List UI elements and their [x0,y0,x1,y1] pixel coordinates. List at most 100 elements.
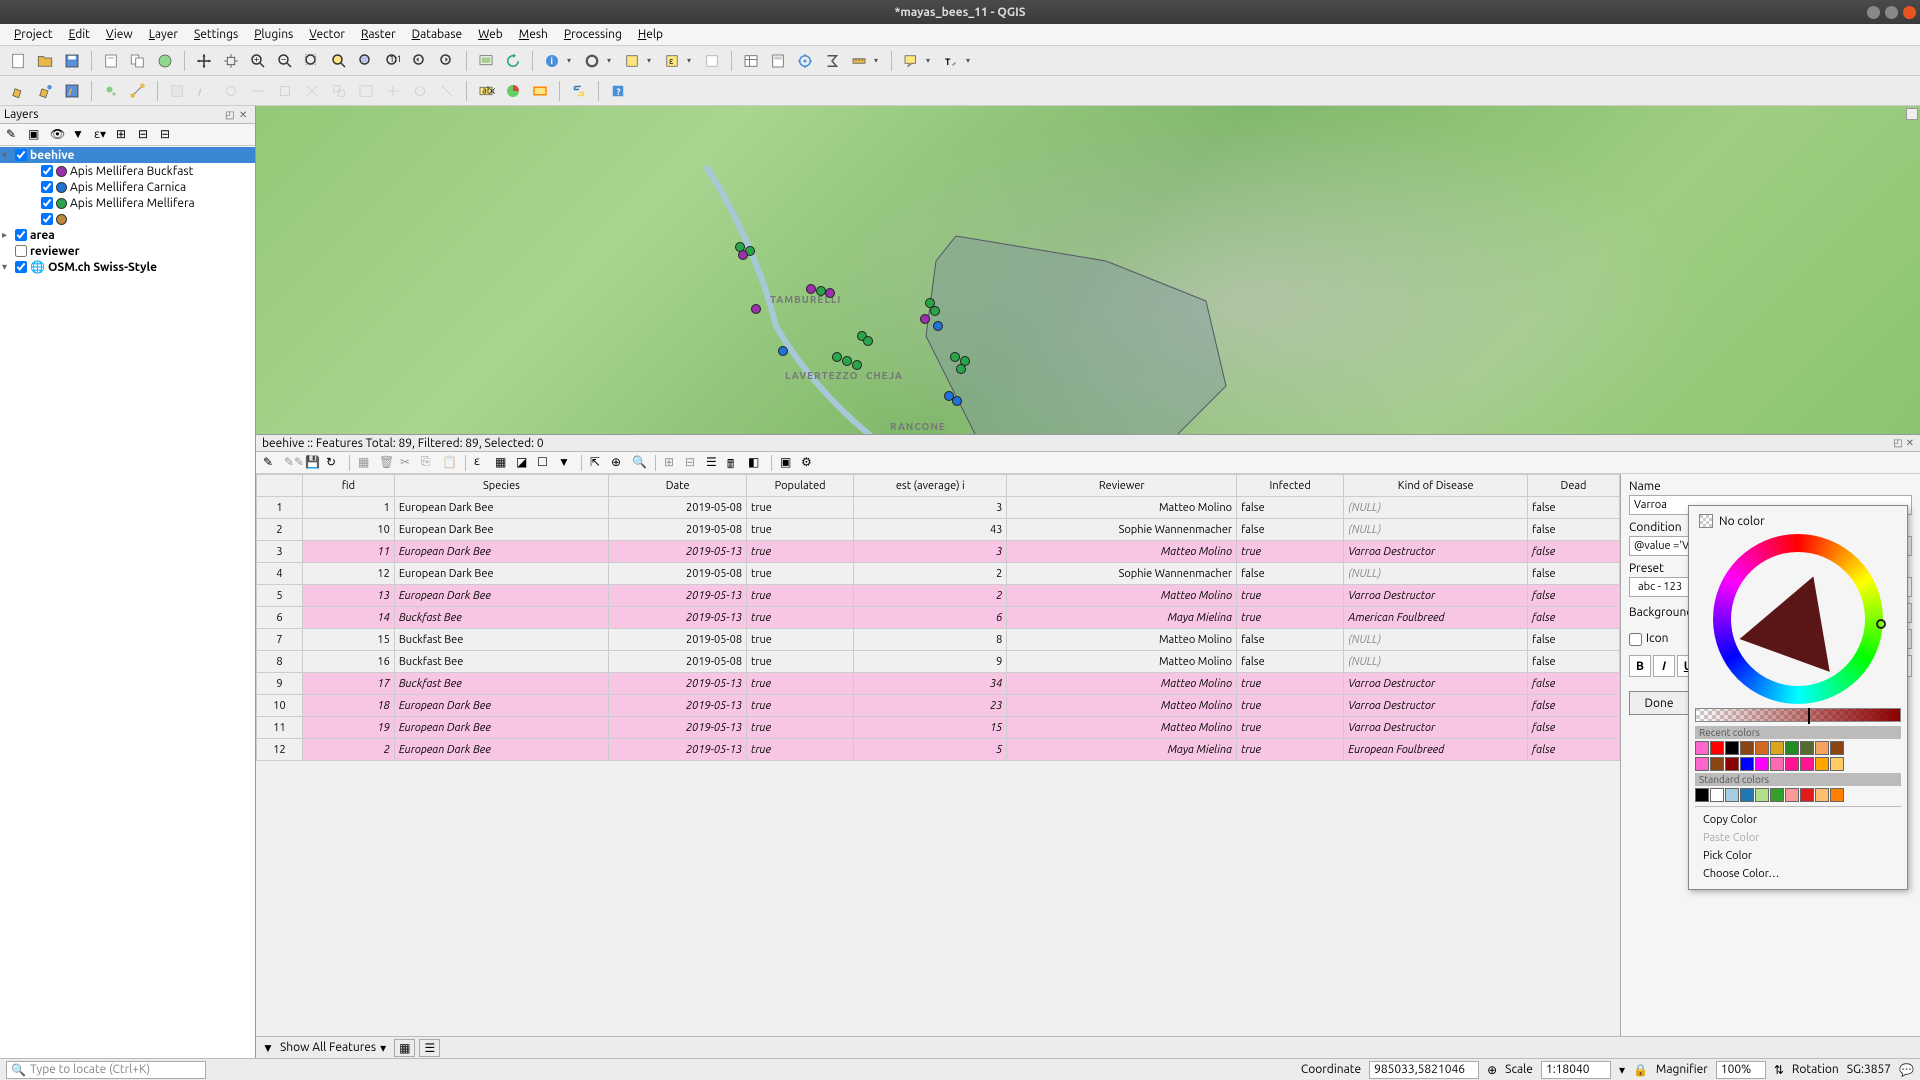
table-row[interactable]: 11European Dark Bee2019-05-08true3Matteo… [257,497,1620,519]
layers-remove-button[interactable]: ⊟ [160,127,176,143]
highlight-button[interactable] [528,79,552,103]
color-swatch[interactable] [1740,741,1754,755]
identify-button[interactable]: i [540,49,564,73]
color-swatch[interactable] [1800,741,1814,755]
refresh-button[interactable] [501,49,525,73]
cond-icon-checkbox[interactable] [1629,633,1642,646]
scale-input[interactable] [1541,1061,1611,1079]
layer-row[interactable] [0,211,255,227]
minimize-button[interactable] [1867,6,1880,19]
digi-5[interactable] [273,79,297,103]
pick-color-menu[interactable]: Pick Color [1695,847,1901,865]
color-swatch[interactable] [1725,788,1739,802]
color-swatch[interactable] [1740,788,1754,802]
table-row[interactable]: 311European Dark Bee2019-05-13true3Matte… [257,541,1620,563]
attr-close-button[interactable]: ✕ [1906,437,1914,449]
menu-database[interactable]: Database [404,26,471,43]
column-header[interactable]: fid [302,475,394,497]
digi-3[interactable] [219,79,243,103]
form-view-button[interactable]: ▦ [394,1039,415,1057]
at-delete-field[interactable]: ⊟ [684,454,701,471]
at-delete[interactable]: 🗑 [378,454,395,471]
menu-vector[interactable]: Vector [301,26,353,43]
at-move-top[interactable]: ⇱ [589,454,606,471]
new-project-button[interactable] [6,49,30,73]
at-invert-sel[interactable]: ◪ [515,454,532,471]
help-button[interactable]: ? [606,79,630,103]
color-swatch[interactable] [1785,741,1799,755]
map-feature-point[interactable] [842,356,852,366]
color-swatch[interactable] [1755,757,1769,771]
color-swatch[interactable] [1815,788,1829,802]
choose-color-menu[interactable]: Choose Color… [1695,865,1901,883]
map-feature-point[interactable] [852,360,862,370]
column-header[interactable]: Species [394,475,608,497]
save-edits-button[interactable] [60,79,84,103]
map-feature-point[interactable] [956,364,966,374]
menu-mesh[interactable]: Mesh [511,26,556,43]
menu-layer[interactable]: Layer [141,26,186,43]
digi-7[interactable] [327,79,351,103]
select-dropdown[interactable]: ▾ [647,56,657,65]
open-attr-table-button[interactable] [739,49,763,73]
digi-2[interactable] [192,79,216,103]
layers-style-button[interactable]: ✎ [6,127,22,143]
magnifier-spinner[interactable]: ⇅ [1774,1063,1784,1077]
at-deselect[interactable]: ☐ [536,454,553,471]
at-new-field[interactable]: ⊞ [663,454,680,471]
cond-italic-button[interactable]: I [1653,655,1675,677]
layer-row[interactable]: Apis Mellifera Buckfast [0,163,255,179]
layers-add-group-button[interactable]: ▣ [28,127,44,143]
color-swatch[interactable] [1830,741,1844,755]
column-header[interactable]: Infected [1237,475,1344,497]
layer-row[interactable]: ▸area [0,227,255,243]
color-swatch[interactable] [1710,757,1724,771]
at-filter-sel[interactable]: ▼ [557,454,574,471]
color-swatch[interactable] [1770,788,1784,802]
color-wheel[interactable] [1713,534,1883,704]
at-toggle-edit[interactable]: ✎ [262,454,279,471]
diagram-button[interactable] [501,79,525,103]
map-feature-point[interactable] [933,321,943,331]
layer-checkbox[interactable] [41,181,53,193]
map-feature-point[interactable] [751,304,761,314]
table-row[interactable]: 412European Dark Bee2019-05-08true2Sophi… [257,563,1620,585]
color-swatch[interactable] [1830,757,1844,771]
digi-9[interactable] [381,79,405,103]
table-row[interactable]: 513European Dark Bee2019-05-13true2Matte… [257,585,1620,607]
color-swatch[interactable] [1770,741,1784,755]
layers-filter-button[interactable]: ▼ [72,127,88,143]
at-add-feature[interactable]: ▦ [357,454,374,471]
coordinate-input[interactable] [1369,1061,1479,1079]
style-manager-button[interactable] [153,49,177,73]
map-feature-point[interactable] [832,352,842,362]
select-features-button[interactable] [620,49,644,73]
color-swatch[interactable] [1800,757,1814,771]
map-feature-point[interactable] [952,396,962,406]
map-canvas[interactable]: TAMBURELLILAVERTEZZOCHEJARANCONE [256,106,1920,434]
zoom-next-button[interactable] [435,49,459,73]
show-all-features-button[interactable]: Show All Features [280,1041,376,1054]
map-feature-point[interactable] [806,284,816,294]
layer-checkbox[interactable] [41,165,53,177]
zoom-last-button[interactable] [408,49,432,73]
at-select-all[interactable]: ▦ [494,454,511,471]
color-swatch[interactable] [1830,788,1844,802]
epsg-label[interactable]: SG:3857 [1847,1063,1891,1076]
map-feature-point[interactable] [778,346,788,356]
close-button[interactable] [1903,6,1916,19]
menu-plugins[interactable]: Plugins [246,26,301,43]
zoom-to-selection-button[interactable] [327,49,351,73]
menu-project[interactable]: Project [6,26,61,43]
annotation-dropdown[interactable]: ▾ [966,56,976,65]
at-select-expr[interactable]: ε [473,454,490,471]
messages-button[interactable]: 💬 [1899,1063,1914,1077]
at-cut[interactable]: ✂ [399,454,416,471]
cond-done-button[interactable]: Done [1629,691,1689,715]
layer-row[interactable]: ▾beehive [0,147,255,163]
zoom-out-button[interactable] [273,49,297,73]
map-tips-button[interactable] [899,49,923,73]
table-row[interactable]: 614Buckfast Bee2019-05-13true6Maya Mieli… [257,607,1620,629]
labeling-button[interactable]: abc [474,79,498,103]
column-header[interactable]: Date [609,475,747,497]
